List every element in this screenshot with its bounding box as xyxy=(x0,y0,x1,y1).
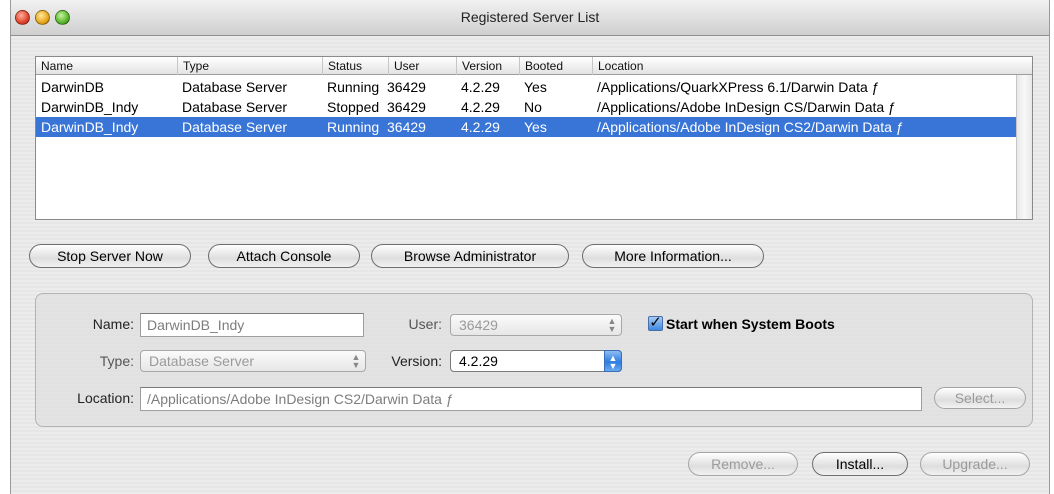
location-label: Location: xyxy=(77,390,134,406)
type-value: Database Server xyxy=(149,353,255,369)
user-value: 36429 xyxy=(459,317,498,333)
cell-version: 4.2.29 xyxy=(461,99,500,115)
cell-location: /Applications/Adobe InDesign CS/Darwin D… xyxy=(597,99,896,115)
server-details-group: Name: DarwinDB_Indy User: 36429 ▲ ▼ ✓ Sta… xyxy=(35,293,1033,427)
cell-version: 4.2.29 xyxy=(461,79,500,95)
version-label: Version: xyxy=(391,353,442,369)
more-information-button[interactable]: More Information... xyxy=(582,244,764,268)
cell-user: 36429 xyxy=(387,119,426,135)
name-field[interactable]: DarwinDB_Indy xyxy=(140,313,364,337)
cell-user: 36429 xyxy=(387,99,426,115)
cell-status: Stopped xyxy=(327,99,380,115)
cell-status: Running xyxy=(327,79,380,95)
attach-console-button[interactable]: Attach Console xyxy=(208,244,360,268)
user-label: User: xyxy=(408,316,442,332)
cell-location: /Applications/Adobe InDesign CS2/Darwin … xyxy=(597,119,904,135)
column-header-type[interactable]: Type xyxy=(177,57,322,75)
window-title: Registered Server List xyxy=(460,9,600,25)
user-popup[interactable]: 36429 ▲ ▼ xyxy=(450,314,622,336)
column-header-booted[interactable]: Booted xyxy=(519,57,592,75)
cell-status: Running xyxy=(327,119,380,135)
cell-version: 4.2.29 xyxy=(461,119,500,135)
cell-type: Database Server xyxy=(182,119,288,135)
up-down-arrows-icon: ▲ ▼ xyxy=(351,352,361,370)
column-header-user[interactable]: User xyxy=(388,57,456,75)
column-header-name[interactable]: Name xyxy=(36,57,177,75)
up-down-arrows-icon: ▲ ▼ xyxy=(607,316,617,334)
cell-name: DarwinDB_Indy xyxy=(41,119,139,135)
cell-user: 36429 xyxy=(387,79,426,95)
server-table[interactable]: Name Type Status User Version Booted Loc… xyxy=(35,56,1033,220)
location-field[interactable]: /Applications/Adobe InDesign CS2/Darwin … xyxy=(140,387,922,411)
table-row[interactable]: DarwinDB Database Server Running 36429 4… xyxy=(36,77,1016,97)
cell-booted: Yes xyxy=(524,79,547,95)
cell-location: /Applications/QuarkXPress 6.1/Darwin Dat… xyxy=(597,79,880,95)
browse-administrator-button[interactable]: Browse Administrator xyxy=(371,244,569,268)
stop-server-now-button[interactable]: Stop Server Now xyxy=(29,244,191,268)
version-value: 4.2.29 xyxy=(459,353,498,369)
table-row-selected[interactable]: DarwinDB_Indy Database Server Running 36… xyxy=(36,117,1016,137)
type-popup[interactable]: Database Server ▲ ▼ xyxy=(140,350,366,372)
cell-name: DarwinDB xyxy=(41,79,105,95)
start-when-boots-checkbox[interactable]: ✓ xyxy=(648,315,663,331)
up-down-arrows-icon: ▲ ▼ xyxy=(604,350,622,372)
cell-type: Database Server xyxy=(182,79,288,95)
title-bar[interactable]: Registered Server List xyxy=(11,0,1049,36)
version-popup[interactable]: 4.2.29 ▲ ▼ xyxy=(450,350,622,372)
start-when-boots-label[interactable]: Start when System Boots xyxy=(666,316,835,332)
type-label: Type: xyxy=(99,353,134,369)
table-row[interactable]: DarwinDB_Indy Database Server Stopped 36… xyxy=(36,97,1016,117)
column-header-location[interactable]: Location xyxy=(592,57,1016,75)
name-label: Name: xyxy=(92,316,134,332)
cell-name: DarwinDB_Indy xyxy=(41,99,139,115)
cell-type: Database Server xyxy=(182,99,288,115)
cell-booted: No xyxy=(524,99,542,115)
upgrade-button[interactable]: Upgrade... xyxy=(920,452,1030,476)
install-button[interactable]: Install... xyxy=(812,452,908,476)
column-header-status[interactable]: Status xyxy=(322,57,388,75)
remove-button[interactable]: Remove... xyxy=(688,452,798,476)
table-vertical-scrollbar[interactable] xyxy=(1016,75,1032,219)
table-header: Name Type Status User Version Booted Loc… xyxy=(36,57,1032,75)
cell-booted: Yes xyxy=(524,119,547,135)
select-location-button[interactable]: Select... xyxy=(934,387,1026,409)
column-header-version[interactable]: Version xyxy=(456,57,519,75)
registered-server-list-window: Registered Server List Name Type Status … xyxy=(10,0,1050,494)
